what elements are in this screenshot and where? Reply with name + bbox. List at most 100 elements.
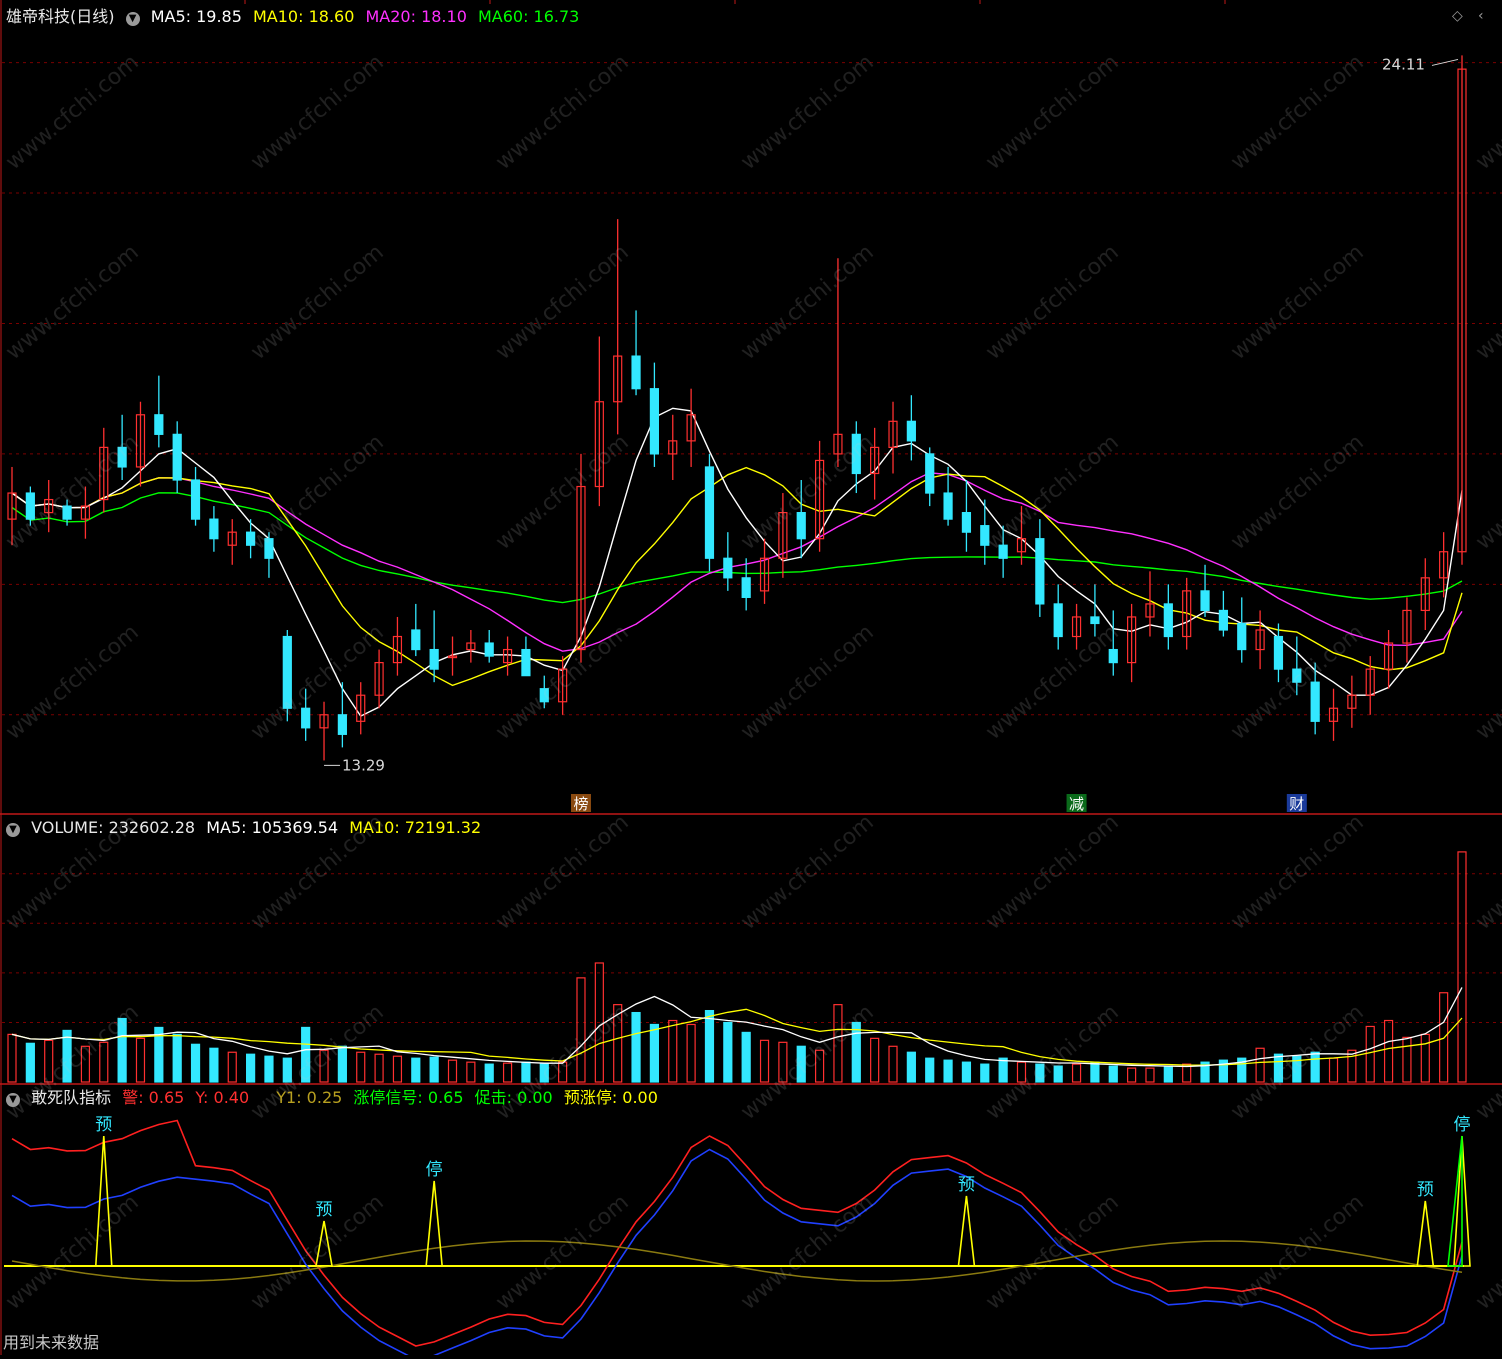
candle-body bbox=[1035, 538, 1045, 605]
ma5-readout: MA5: 19.85 bbox=[150, 7, 242, 26]
volume-bar bbox=[961, 1061, 972, 1083]
volume-bar bbox=[980, 1063, 990, 1083]
candle-body bbox=[1053, 603, 1063, 638]
volume-bar bbox=[906, 1051, 916, 1083]
candle-body bbox=[925, 453, 935, 494]
collapse-icon[interactable]: ▼ bbox=[6, 1093, 20, 1107]
volume-bar bbox=[723, 1021, 733, 1083]
candle-body bbox=[796, 512, 806, 540]
volume-bar bbox=[704, 1009, 715, 1083]
candle-body bbox=[1200, 590, 1210, 612]
volume-bar bbox=[1273, 1053, 1284, 1083]
yu-zt-readout: 预涨停: 0.00 bbox=[563, 1088, 658, 1107]
volume-bar bbox=[925, 1057, 935, 1083]
zt-signal-readout: 涨停信号: 0.65 bbox=[353, 1088, 464, 1107]
menu-chevron-icon[interactable]: ‹ bbox=[1478, 8, 1484, 24]
cuji-readout: 促击: 0.00 bbox=[474, 1088, 553, 1107]
volume-bar bbox=[539, 1063, 549, 1083]
candle-body bbox=[117, 446, 127, 468]
volume-bar bbox=[1163, 1065, 1173, 1083]
volume-bar bbox=[1310, 1051, 1320, 1083]
stock-title: 雄帝科技(日线) bbox=[6, 7, 115, 26]
candle bbox=[282, 630, 292, 722]
candle-body bbox=[246, 531, 256, 546]
stock-chart-svg[interactable]: 24.1113.29榜 财减预预停预 预停 bbox=[0, 0, 1502, 1359]
candle-body bbox=[1273, 635, 1284, 670]
volume-bar bbox=[172, 1033, 182, 1083]
candle-body bbox=[631, 355, 641, 390]
candle-body bbox=[704, 466, 715, 559]
indicator-name: 敢死队指标 bbox=[31, 1088, 112, 1107]
chart-stage[interactable]: 24.1113.29榜财减预预停预预停 www.cfchi.comwww.cfc… bbox=[0, 0, 1502, 1359]
y-readout: Y: 0.40 bbox=[195, 1088, 250, 1107]
candle-body bbox=[741, 577, 751, 598]
candle-body bbox=[62, 505, 72, 520]
candle-body bbox=[943, 492, 953, 520]
candle-body bbox=[1090, 616, 1100, 625]
candle-body bbox=[264, 538, 274, 559]
event-marker-label: 财 bbox=[1289, 795, 1304, 813]
signal-label: 预 bbox=[1417, 1180, 1434, 1200]
jing-readout: 警: 0.65 bbox=[122, 1088, 185, 1107]
ma60-readout: MA60: 16.73 bbox=[477, 7, 580, 26]
volume-bar bbox=[209, 1047, 219, 1083]
candle-body bbox=[337, 714, 347, 735]
volume-bar bbox=[25, 1042, 35, 1083]
volume-bar bbox=[301, 1026, 311, 1083]
y1-readout: Y1: 0.25 bbox=[276, 1088, 343, 1107]
diamond-icon[interactable]: ◇ bbox=[1452, 8, 1463, 24]
volume-bar bbox=[484, 1063, 494, 1083]
background bbox=[0, 0, 1502, 1355]
candle-body bbox=[429, 648, 439, 670]
candle-body bbox=[851, 433, 861, 475]
signal-label: 预 bbox=[316, 1200, 333, 1220]
candle-body bbox=[906, 420, 916, 442]
candle-body bbox=[1218, 609, 1228, 631]
volume-bar bbox=[943, 1059, 953, 1083]
volume-bar bbox=[1090, 1061, 1100, 1083]
candle-body bbox=[282, 635, 292, 709]
candle bbox=[704, 453, 715, 572]
low-price-label: 13.29 bbox=[342, 756, 385, 774]
candle-body bbox=[521, 648, 531, 677]
volume-bar bbox=[429, 1056, 439, 1083]
signal-label: 预 bbox=[95, 1115, 112, 1135]
collapse-icon[interactable]: ▼ bbox=[125, 12, 140, 26]
future-data-note: 用到未来数据 bbox=[3, 1333, 100, 1352]
candle-body bbox=[25, 492, 35, 520]
candle-body bbox=[539, 688, 549, 703]
volume-bar bbox=[649, 1023, 660, 1083]
candle-body bbox=[1237, 622, 1247, 651]
signal-label: 预 bbox=[958, 1175, 975, 1195]
volume-bar bbox=[1053, 1065, 1063, 1083]
price-header: 雄帝科技(日线) ▼ MA5: 19.85 MA10: 18.60 MA20: … bbox=[6, 8, 585, 26]
volume-bar bbox=[631, 1011, 641, 1083]
volume-bar bbox=[117, 1017, 127, 1083]
volume-readout: VOLUME: 232602.28 bbox=[31, 818, 196, 837]
candle-body bbox=[961, 512, 972, 533]
candle-body bbox=[411, 629, 421, 651]
volume-header: ▼ VOLUME: 232602.28 MA5: 105369.54 MA10:… bbox=[6, 819, 487, 837]
volume-bar bbox=[1035, 1063, 1045, 1083]
candle-body bbox=[301, 707, 311, 729]
candle-body bbox=[649, 388, 660, 455]
candle-body bbox=[190, 479, 201, 520]
event-marker-label: 减 bbox=[1069, 795, 1084, 813]
signal-label: 停 bbox=[1454, 1115, 1471, 1135]
high-price-label: 24.11 bbox=[1382, 55, 1425, 73]
candle-body bbox=[998, 544, 1008, 559]
volume-bar bbox=[1108, 1065, 1118, 1083]
volume-bar bbox=[741, 1031, 751, 1083]
candle-body bbox=[154, 414, 164, 435]
candle-body bbox=[1163, 603, 1173, 638]
ma10-readout: MA10: 18.60 bbox=[253, 7, 355, 26]
volume-bar bbox=[337, 1045, 347, 1083]
collapse-icon[interactable]: ▼ bbox=[6, 823, 20, 837]
signal-label: 停 bbox=[426, 1160, 443, 1180]
candle-body bbox=[980, 525, 990, 546]
candle-body bbox=[723, 557, 733, 579]
candle-body bbox=[172, 433, 182, 481]
candle-body bbox=[209, 518, 219, 540]
volume-bar bbox=[411, 1057, 421, 1083]
indicator-header: ▼ 敢死队指标 警: 0.65 Y: 0.40 Y1: 0.25 涨停信号: 0… bbox=[6, 1089, 664, 1107]
